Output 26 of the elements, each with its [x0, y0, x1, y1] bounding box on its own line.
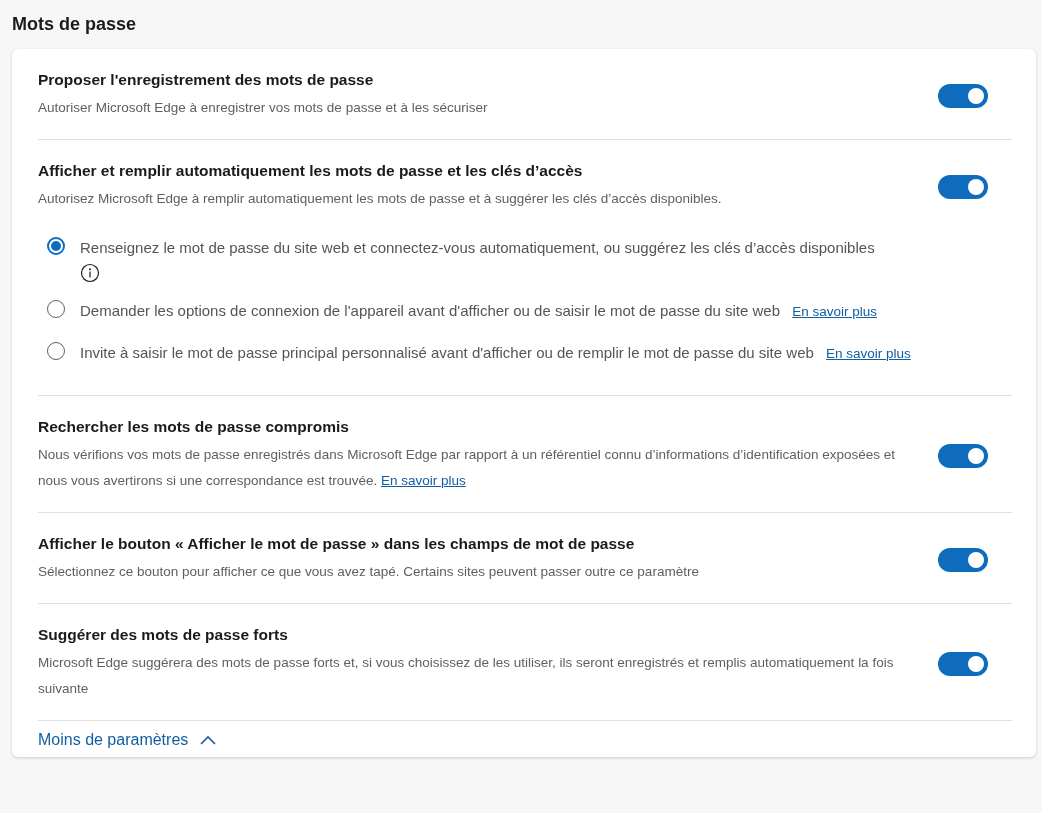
toggle-switch[interactable] [938, 548, 988, 572]
option-label: Demander les options de connexion de l'appareil avant d'afficher ou de saisir le mot de passe du site web En savoir plus [80, 302, 877, 319]
radio-button[interactable] [47, 237, 65, 255]
setting-description: Microsoft Edge suggérera des mots de passe forts et, si vous choisissez de les utiliser, ils seront enregistrés et remplis automatiquement la fois suivante [38, 654, 895, 698]
toggle-switch[interactable] [938, 84, 988, 108]
option-label: Renseignez le mot de passe du site web et connectez-vous automatiquement, ou suggérez les clés d’accès disponibles [80, 239, 875, 256]
toggle-switch[interactable] [938, 444, 988, 468]
toggle-switch[interactable] [938, 175, 988, 199]
section-title: Mots de passe [12, 14, 137, 35]
setting-description: Autoriser Microsoft Edge à enregistrer vos mots de passe et à les sécuriser [38, 99, 488, 117]
toggle-switch[interactable] [938, 652, 988, 676]
chevron-up-icon[interactable] [200, 735, 217, 745]
setting-title: Afficher le bouton « Afficher le mot de passe » dans les champs de mot de passe [38, 535, 635, 553]
setting-title: Rechercher les mots de passe compromis [38, 418, 349, 436]
info-icon[interactable] [80, 263, 100, 283]
setting-title: Afficher et remplir automatiquement les mots de passe et les clés d’accès [38, 162, 583, 180]
setting-description: Nous vérifions vos mots de passe enregistrés dans Microsoft Edge par rapport à un référentiel connu d’informations d’identification exposées et nous vous avertirons si une correspondance est trouvée. En savoir plus [38, 446, 896, 490]
learn-more-link[interactable]: En savoir plus [380, 473, 466, 488]
setting-title: Suggérer des mots de passe forts [38, 626, 288, 644]
learn-more-link[interactable]: En savoir plus [792, 304, 877, 319]
setting-description: Sélectionnez ce bouton pour afficher ce que vous avez tapé. Certains sites peuvent passer outre ce paramètre [38, 563, 699, 581]
setting-title: Proposer l'enregistrement des mots de passe [38, 71, 374, 89]
option-label: Invite à saisir le mot de passe principal personnalisé avant d'afficher ou de remplir le mot de passe du site web En savoir plus [80, 344, 911, 361]
setting-description: Autorisez Microsoft Edge à remplir automatiquement les mots de passe et à suggérer les clés d’accès disponibles. [38, 190, 722, 208]
less-settings-link[interactable]: Moins de paramètres [38, 731, 189, 749]
learn-more-link[interactable]: En savoir plus [826, 346, 911, 361]
